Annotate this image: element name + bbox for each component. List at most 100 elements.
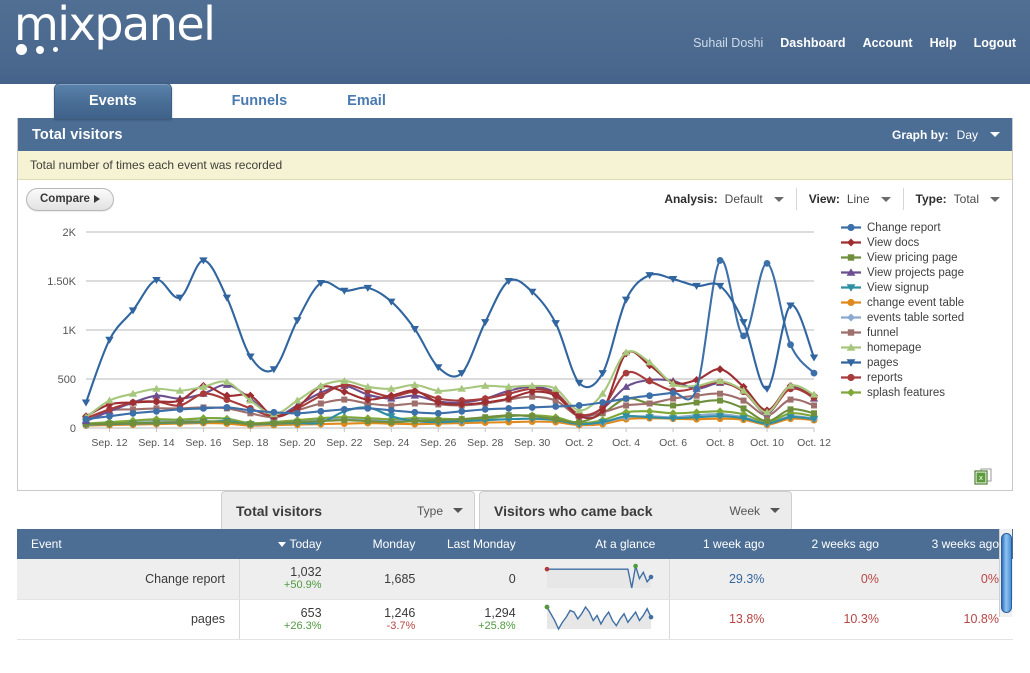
logo-wordmark: mixpanel xyxy=(14,0,214,50)
legend-label: View projects page xyxy=(867,267,964,279)
legend-marker-icon xyxy=(840,341,862,354)
nav-link-logout[interactable]: Logout xyxy=(974,36,1016,50)
legend-item[interactable]: change event table xyxy=(840,295,964,310)
last-monday-cell: 1,294+25.8% xyxy=(429,599,529,639)
legend-item[interactable]: View docs xyxy=(840,235,964,250)
sparkline xyxy=(544,604,654,632)
week-1-cell: 13.8% xyxy=(669,599,778,639)
legend-marker-icon xyxy=(840,311,862,324)
events-table-wrapper: Event Today Monday Last Monday At a glan… xyxy=(0,529,1030,640)
legend-label: events table sorted xyxy=(867,312,964,324)
legend-label: reports xyxy=(867,372,903,384)
last-monday-cell-delta: +25.8% xyxy=(429,620,515,633)
legend-item[interactable]: splash features xyxy=(840,385,964,400)
table-row[interactable]: pages653+26.3%1,246-3.7%1,294+25.8%13.8%… xyxy=(17,599,1013,639)
analysis-selector[interactable]: Analysis: Default xyxy=(652,188,796,210)
legend-item[interactable]: homepage xyxy=(840,340,964,355)
brand-bar-strip xyxy=(0,64,1030,84)
chart-toolbar: Compare Analysis: Default View: Line Typ… xyxy=(18,180,1012,218)
graph-by-value: Day xyxy=(957,128,978,142)
sparkline xyxy=(544,563,654,591)
column-header-at-a-glance[interactable]: At a glance xyxy=(530,529,670,559)
week-2-cell: 0% xyxy=(778,559,893,599)
view-value: Line xyxy=(847,192,870,206)
today-cell: 1,032+50.9% xyxy=(240,559,336,599)
legend-marker-icon xyxy=(840,266,862,279)
legend-marker-icon xyxy=(840,326,862,339)
legend-marker-icon xyxy=(840,371,862,384)
week-3-cell: 10.8% xyxy=(893,599,1013,639)
column-header-event[interactable]: Event xyxy=(17,529,240,559)
nav-link-dashboard[interactable]: Dashboard xyxy=(780,36,845,50)
svg-text:Sep. 16: Sep. 16 xyxy=(185,437,221,449)
column-header-1-week-ago[interactable]: 1 week ago xyxy=(669,529,778,559)
svg-text:Oct. 6: Oct. 6 xyxy=(659,437,687,449)
last-monday-cell-value: 0 xyxy=(429,572,515,586)
column-header-monday[interactable]: Monday xyxy=(336,529,430,559)
scrollbar-thumb[interactable] xyxy=(1001,533,1012,613)
compare-button[interactable]: Compare xyxy=(26,188,114,211)
graph-by-label: Graph by: xyxy=(892,128,949,142)
svg-text:Sep. 20: Sep. 20 xyxy=(279,437,315,449)
event-name-cell[interactable]: Change report xyxy=(17,559,240,599)
chevron-down-icon[interactable] xyxy=(774,197,784,202)
today-cell-value: 1,032 xyxy=(240,565,322,579)
tab-email[interactable]: Email xyxy=(347,93,386,118)
svg-text:x: x xyxy=(979,474,983,482)
type-selector[interactable]: Type: Total xyxy=(904,188,1002,210)
svg-text:Oct. 12: Oct. 12 xyxy=(797,437,831,449)
svg-text:Sep. 12: Sep. 12 xyxy=(91,437,127,449)
legend-label: View pricing page xyxy=(867,252,958,264)
legend-item[interactable]: funnel xyxy=(840,325,964,340)
total-visitors-panel: Total visitors Graph by: Day Total numbe… xyxy=(17,118,1013,491)
page-title: Total visitors xyxy=(32,127,123,143)
legend-marker-icon xyxy=(840,386,862,399)
column-header-3-weeks-ago[interactable]: 3 weeks ago xyxy=(893,529,1013,559)
column-header-last-monday[interactable]: Last Monday xyxy=(429,529,529,559)
legend-item[interactable]: reports xyxy=(840,370,964,385)
nav-link-help[interactable]: Help xyxy=(930,36,957,50)
page-body: Total visitors Graph by: Day Total numbe… xyxy=(0,118,1030,529)
legend-marker-icon xyxy=(840,356,862,369)
legend-item[interactable]: Change report xyxy=(840,220,964,235)
legend-item[interactable]: View signup xyxy=(840,280,964,295)
view-selector[interactable]: View: Line xyxy=(797,188,904,210)
nav-link-account[interactable]: Account xyxy=(863,36,913,50)
chevron-down-icon[interactable] xyxy=(990,197,1000,202)
column-header-2-weeks-ago[interactable]: 2 weeks ago xyxy=(778,529,893,559)
legend-label: splash features xyxy=(867,387,945,399)
sub-panel-headers: Total visitors Type Visitors who came ba… xyxy=(17,491,1013,529)
svg-text:Oct. 8: Oct. 8 xyxy=(706,437,734,449)
type-dropdown[interactable]: Type xyxy=(417,504,463,518)
graph-by-control[interactable]: Graph by: Day xyxy=(892,128,1000,142)
tab-events[interactable]: Events xyxy=(54,83,172,119)
tab-funnels[interactable]: Funnels xyxy=(232,93,288,118)
export-row: x xyxy=(18,464,1012,490)
table-header-row: Event Today Monday Last Monday At a glan… xyxy=(17,529,1013,559)
week-dropdown[interactable]: Week xyxy=(730,504,780,518)
event-name-cell[interactable]: pages xyxy=(17,599,240,639)
chevron-down-icon[interactable] xyxy=(453,508,463,513)
spreadsheet-export-icon[interactable]: x xyxy=(974,468,992,486)
table-body: Change report1,032+50.9%1,685029.3%0%0%p… xyxy=(17,559,1013,639)
today-cell-delta: +26.3% xyxy=(240,620,322,633)
table-scrollbar[interactable] xyxy=(999,529,1012,617)
monday-cell-delta: -3.7% xyxy=(336,620,416,633)
legend-item[interactable]: View projects page xyxy=(840,265,964,280)
table-row[interactable]: Change report1,032+50.9%1,685029.3%0%0% xyxy=(17,559,1013,599)
chevron-down-icon[interactable] xyxy=(770,508,780,513)
legend-label: homepage xyxy=(867,342,921,354)
legend-marker-icon xyxy=(840,221,862,234)
column-header-today[interactable]: Today xyxy=(240,529,336,559)
legend-item[interactable]: events table sorted xyxy=(840,310,964,325)
legend-item[interactable]: pages xyxy=(840,355,964,370)
legend-item[interactable]: View pricing page xyxy=(840,250,964,265)
total-visitors-subpanel-header: Total visitors Type xyxy=(221,491,475,529)
play-triangle-icon xyxy=(94,195,100,203)
svg-text:2K: 2K xyxy=(63,227,77,239)
mixpanel-logo[interactable]: mixpanel xyxy=(14,0,214,55)
chevron-down-icon[interactable] xyxy=(881,197,891,202)
chevron-down-icon[interactable] xyxy=(990,132,1000,137)
svg-text:Sep. 14: Sep. 14 xyxy=(138,437,174,449)
legend-label: View docs xyxy=(867,237,919,249)
